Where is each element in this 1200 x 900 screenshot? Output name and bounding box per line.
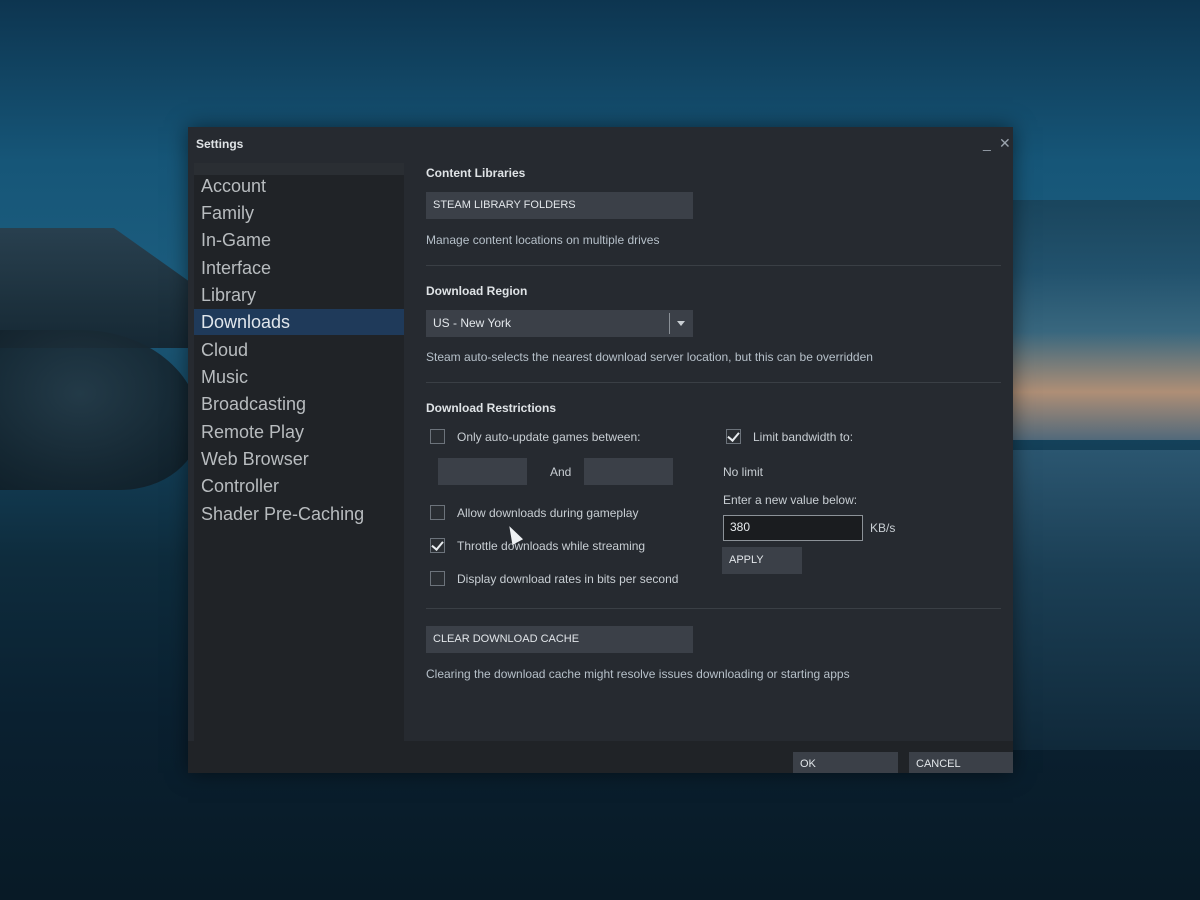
chevron-down-icon — [677, 321, 685, 326]
sidebar-item-shader-pre-caching[interactable]: Shader Pre-Caching — [194, 501, 404, 527]
auto-update-checkbox[interactable] — [430, 429, 445, 444]
background-rocks — [0, 330, 200, 490]
download-region-heading: Download Region — [426, 284, 528, 298]
throttle-streaming-label: Throttle downloads while streaming — [457, 539, 646, 553]
download-region-select[interactable]: US - New York — [426, 310, 693, 337]
limit-bandwidth-label: Limit bandwidth to: — [753, 430, 854, 444]
sidebar-item-interface[interactable]: Interface — [194, 255, 404, 281]
clear-cache-description: Clearing the download cache might resolv… — [426, 667, 850, 681]
download-restrictions-heading: Download Restrictions — [426, 401, 557, 415]
section-divider — [426, 608, 1001, 609]
bandwidth-value-input[interactable]: 380 — [723, 515, 863, 541]
content-libraries-description: Manage content locations on multiple dri… — [426, 233, 660, 247]
bandwidth-unit-label: KB/s — [870, 521, 896, 535]
auto-update-start-time-field[interactable] — [438, 458, 527, 485]
settings-window: Settings _ ✕ Account Family In-Game Inte… — [188, 127, 1013, 773]
clear-download-cache-button[interactable]: CLEAR DOWNLOAD CACHE — [426, 626, 693, 653]
window-title: Settings — [196, 137, 244, 151]
background-sea — [1010, 450, 1200, 750]
sidebar-item-account[interactable]: Account — [194, 173, 404, 199]
limit-bandwidth-checkbox[interactable] — [726, 429, 741, 444]
section-divider — [426, 265, 1001, 266]
checkmark-icon — [727, 429, 740, 442]
sidebar-item-downloads[interactable]: Downloads — [194, 309, 404, 335]
enter-value-label: Enter a new value below: — [723, 493, 858, 507]
dropdown-divider — [669, 313, 670, 334]
sidebar-item-remote-play[interactable]: Remote Play — [194, 419, 404, 445]
sidebar-item-in-game[interactable]: In-Game — [194, 227, 404, 253]
bits-per-second-checkbox[interactable] — [430, 571, 445, 586]
throttle-streaming-checkbox[interactable] — [430, 538, 445, 553]
sidebar-item-library[interactable]: Library — [194, 282, 404, 308]
cancel-button[interactable]: CANCEL — [909, 752, 1013, 773]
minimize-button[interactable]: _ — [983, 135, 991, 151]
allow-downloads-gameplay-checkbox[interactable] — [430, 505, 445, 520]
auto-update-end-time-field[interactable] — [584, 458, 673, 485]
bits-per-second-label: Display download rates in bits per secon… — [457, 572, 679, 586]
auto-update-label: Only auto-update games between: — [457, 430, 641, 444]
close-button[interactable]: ✕ — [999, 135, 1011, 152]
and-label: And — [550, 465, 572, 479]
download-region-description: Steam auto-selects the nearest download … — [426, 350, 873, 364]
ok-button[interactable]: OK — [793, 752, 898, 773]
sidebar-item-broadcasting[interactable]: Broadcasting — [194, 391, 404, 417]
section-divider — [426, 382, 1001, 383]
apply-bandwidth-button[interactable]: APPLY — [722, 547, 802, 574]
current-bandwidth-limit: No limit — [723, 465, 764, 479]
content-libraries-heading: Content Libraries — [426, 166, 526, 180]
sidebar-item-web-browser[interactable]: Web Browser — [194, 446, 404, 472]
downloads-settings-panel: Content Libraries STEAM LIBRARY FOLDERS … — [426, 163, 1006, 741]
download-region-selected-value: US - New York — [433, 316, 512, 330]
sidebar-item-music[interactable]: Music — [194, 364, 404, 390]
sidebar-item-cloud[interactable]: Cloud — [194, 337, 404, 363]
sidebar-item-controller[interactable]: Controller — [194, 473, 404, 499]
checkmark-icon — [431, 538, 444, 551]
allow-downloads-gameplay-label: Allow downloads during gameplay — [457, 506, 639, 520]
sidebar-item-family[interactable]: Family — [194, 200, 404, 226]
title-bar[interactable]: Settings _ ✕ — [188, 127, 1013, 161]
background-sunset-clouds — [1010, 200, 1200, 440]
dialog-footer: OK CANCEL — [188, 741, 1013, 773]
settings-sidebar: Account Family In-Game Interface Library… — [194, 163, 404, 741]
steam-library-folders-button[interactable]: STEAM LIBRARY FOLDERS — [426, 192, 693, 219]
